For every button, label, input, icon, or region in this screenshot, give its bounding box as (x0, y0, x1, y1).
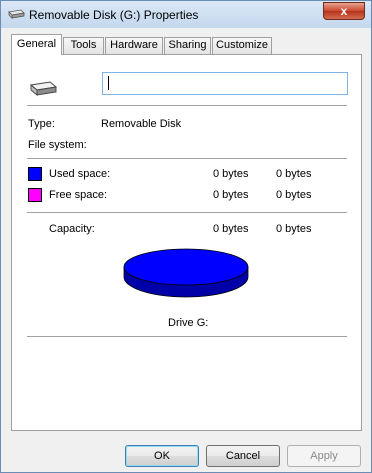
general-panel: Type: Removable Disk File system: Used s… (11, 54, 362, 431)
used-space-bytes: 0 bytes (213, 168, 249, 180)
file-system-label: File system: (28, 139, 87, 151)
tab-hardware[interactable]: Hardware (105, 37, 163, 54)
used-space-swatch (28, 167, 42, 181)
used-space-label: Used space: (49, 168, 111, 180)
used-space-size: 0 bytes (276, 168, 312, 180)
divider (27, 336, 347, 337)
tab-customize[interactable]: Customize (212, 37, 272, 54)
divider (27, 212, 347, 213)
text-caret (108, 76, 109, 90)
free-space-bytes: 0 bytes (213, 189, 249, 201)
removable-drive-icon (8, 9, 25, 19)
divider (27, 105, 347, 106)
properties-dialog: Removable Disk (G:) Properties x General… (0, 0, 372, 473)
close-button[interactable]: x (323, 2, 365, 20)
ok-button[interactable]: OK (125, 445, 199, 467)
divider (27, 158, 347, 159)
apply-button[interactable]: Apply (287, 445, 361, 467)
capacity-label: Capacity: (49, 223, 95, 235)
tab-sharing[interactable]: Sharing (164, 37, 211, 54)
tab-tools[interactable]: Tools (63, 37, 104, 54)
window-title: Removable Disk (G:) Properties (29, 8, 199, 22)
pie-top (123, 248, 249, 286)
drive-letter-label: Drive G: (168, 317, 209, 329)
removable-drive-icon (29, 81, 58, 96)
capacity-size: 0 bytes (276, 223, 312, 235)
disk-usage-pie (123, 248, 249, 298)
cancel-button[interactable]: Cancel (206, 445, 280, 467)
free-space-swatch (28, 188, 42, 202)
capacity-bytes: 0 bytes (213, 223, 249, 235)
drive-name-input[interactable] (102, 72, 348, 95)
tab-general[interactable]: General (11, 34, 62, 55)
title-bar[interactable]: Removable Disk (G:) Properties x (1, 1, 371, 28)
type-label: Type: (28, 118, 55, 130)
type-value: Removable Disk (101, 118, 182, 130)
free-space-label: Free space: (49, 189, 108, 201)
free-space-size: 0 bytes (276, 189, 312, 201)
